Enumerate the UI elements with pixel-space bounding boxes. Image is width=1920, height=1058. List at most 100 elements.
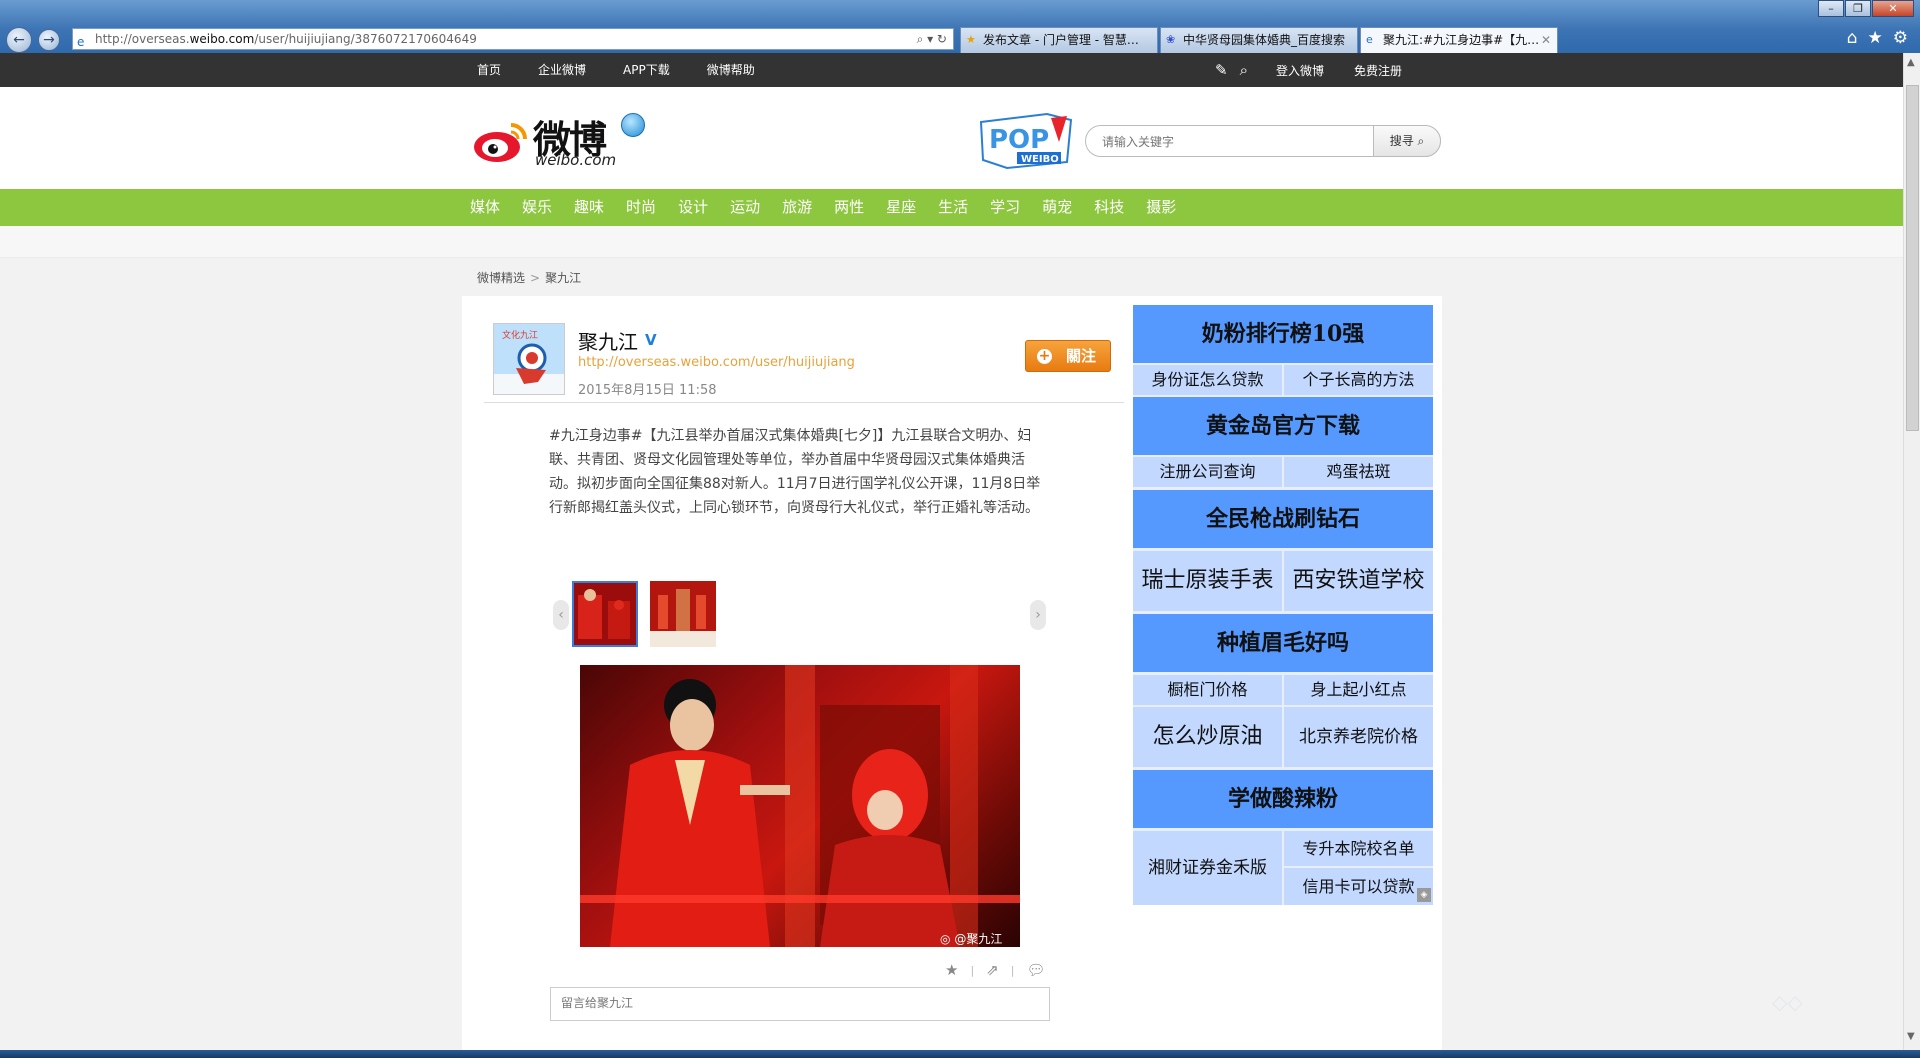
category-relationships[interactable]: 两性 — [834, 189, 864, 226]
follow-button[interactable]: + 關注 — [1025, 340, 1111, 372]
search-magnifier-icon: ⌕ — [1417, 134, 1425, 148]
category-travel[interactable]: 旅游 — [782, 189, 812, 226]
scroll-up-icon[interactable]: ▲ — [1907, 57, 1915, 68]
weibo-logo[interactable]: 微博 weibo.com — [473, 109, 653, 169]
minimize-button[interactable]: – — [1818, 0, 1844, 17]
ad-link[interactable]: 西安铁道学校 — [1284, 551, 1433, 611]
ad-link[interactable]: 种植眉毛好吗 — [1133, 614, 1433, 672]
tab-strip: ★ 发布文章 - 门户管理 - 智慧… ❀ 中华贤母园集体婚典_百度搜索 e 聚… — [960, 27, 1560, 53]
ad-link[interactable]: 奶粉排行榜10强 — [1133, 305, 1433, 363]
sub-bar — [0, 226, 1903, 258]
category-fun[interactable]: 趣味 — [574, 189, 604, 226]
scroll-down-icon[interactable]: ▼ — [1907, 1031, 1915, 1042]
back-button[interactable]: ← — [6, 27, 32, 53]
watermark-text: @聚九江 — [954, 932, 1003, 946]
carousel-thumb[interactable] — [572, 581, 638, 647]
category-photography[interactable]: 摄影 — [1146, 189, 1176, 226]
action-separator: | — [970, 963, 975, 977]
globe-icon — [621, 113, 645, 137]
user-link[interactable]: http://overseas.weibo.com/user/huijiujia… — [578, 355, 855, 370]
ad-link[interactable]: 身上起小红点 — [1284, 675, 1433, 705]
tab-weibo[interactable]: e 聚九江:#九江身边事#【九… ✕ — [1360, 27, 1558, 53]
ad-link[interactable]: 橱柜门价格 — [1133, 675, 1282, 705]
weibo-mini-icon: ◎ — [940, 932, 951, 946]
taskbar — [0, 1050, 1920, 1058]
ad-link[interactable]: 学做酸辣粉 — [1133, 770, 1433, 828]
page-scrollbar[interactable]: ▲ ▼ — [1903, 53, 1920, 1050]
ad-link[interactable]: 瑞士原装手表 — [1133, 551, 1282, 611]
ad-link[interactable]: 全民枪战刷钻石 — [1133, 490, 1433, 548]
forward-button[interactable]: → — [38, 29, 60, 51]
repost-icon[interactable]: ⇗ — [986, 961, 999, 979]
ad-link[interactable]: 黄金岛官方下载 — [1133, 397, 1433, 455]
search-input[interactable] — [1100, 132, 1360, 152]
breadcrumb-featured[interactable]: 微博精选 — [477, 271, 525, 285]
ad-link[interactable]: 北京养老院价格 — [1284, 707, 1433, 767]
ad-link[interactable]: 信用卡可以贷款 — [1284, 868, 1433, 905]
post-photo[interactable] — [580, 665, 1020, 947]
category-tech[interactable]: 科技 — [1094, 189, 1124, 226]
user-name[interactable]: 聚九江 — [578, 326, 638, 355]
nav-home[interactable]: 首页 — [477, 53, 501, 87]
scroll-thumb[interactable] — [1906, 85, 1919, 431]
ad-link[interactable]: 注册公司查询 — [1133, 457, 1282, 487]
edit-icon[interactable]: ✎ — [1215, 61, 1228, 79]
ad-link[interactable]: 个子长高的方法 — [1284, 365, 1433, 395]
register-link[interactable]: 免费注册 — [1354, 62, 1402, 79]
logo-subtext: weibo.com — [535, 151, 617, 169]
carousel-next-button[interactable]: › — [1030, 600, 1046, 630]
maximize-button[interactable]: ❐ — [1845, 0, 1871, 17]
carousel-prev-button[interactable]: ‹ — [553, 600, 569, 630]
search-icon[interactable]: ⌕ — [1240, 61, 1248, 79]
category-entertainment[interactable]: 娱乐 — [522, 189, 552, 226]
category-horoscope[interactable]: 星座 — [886, 189, 916, 226]
post-date: 2015年8月15日 11:58 — [578, 383, 717, 398]
comment-bubble-icon[interactable]: 💬︎ — [1026, 961, 1045, 979]
search-button[interactable]: 搜寻 ⌕ — [1373, 125, 1441, 157]
category-pets[interactable]: 萌宠 — [1042, 189, 1072, 226]
comment-input[interactable]: 留言给聚九江 — [550, 987, 1050, 1021]
follow-label: 關注 — [1065, 347, 1096, 365]
settings-gear-icon[interactable]: ⚙ — [1893, 28, 1908, 48]
tab-baidu[interactable]: ❀ 中华贤母园集体婚典_百度搜索 — [1160, 27, 1358, 53]
category-learning[interactable]: 学习 — [990, 189, 1020, 226]
breadcrumb: 微博精选 > 聚九江 — [477, 269, 581, 286]
avatar[interactable]: 文化九江 — [493, 323, 565, 395]
ad-link[interactable]: 鸡蛋祛斑 — [1284, 457, 1433, 487]
tab-label: 发布文章 - 门户管理 - 智慧… — [983, 33, 1139, 47]
nav-app[interactable]: APP下载 — [623, 53, 670, 87]
nav-help[interactable]: 微博帮助 — [707, 53, 755, 87]
ad-link[interactable]: 湘财证券金禾版 — [1133, 831, 1282, 905]
weibo-eye-icon — [474, 123, 527, 162]
login-link[interactable]: 登入微博 — [1276, 62, 1324, 79]
window-controls: – ❐ ✕ — [1817, 0, 1914, 18]
ad-link[interactable]: 怎么炒原油 — [1133, 707, 1282, 767]
nav-enterprise[interactable]: 企业微博 — [538, 53, 586, 87]
star-favicon-icon: ★ — [966, 33, 976, 46]
close-window-button[interactable]: ✕ — [1872, 0, 1914, 17]
carousel-thumb[interactable] — [650, 581, 716, 647]
close-tab-icon[interactable]: ✕ — [1541, 28, 1551, 52]
svg-text:POP: POP — [989, 125, 1049, 155]
action-separator: | — [1010, 963, 1015, 977]
home-icon[interactable]: ⌂ — [1847, 28, 1858, 48]
browser-chrome: – ❐ ✕ ← → e http://overseas.weibo.com/us… — [0, 0, 1920, 53]
ad-choices-icon[interactable]: ◈ — [1417, 888, 1431, 902]
category-design[interactable]: 设计 — [678, 189, 708, 226]
favorite-star-icon[interactable]: ★ — [945, 961, 958, 979]
address-bar[interactable]: e http://overseas.weibo.com/user/huijiuj… — [72, 28, 954, 50]
ad-link[interactable]: 专升本院校名单 — [1284, 831, 1433, 866]
category-fashion[interactable]: 时尚 — [626, 189, 656, 226]
wedding-thumb-icon — [574, 583, 636, 645]
tab-label: 聚九江:#九江身边事#【九… — [1383, 33, 1540, 47]
category-media[interactable]: 媒体 — [470, 189, 500, 226]
post-text: #九江身边事#【九江县举办首届汉式集体婚典[七夕]】九江县联合文明办、妇联、共青… — [549, 428, 1041, 516]
address-tools[interactable]: ⌕ ▾ ↻ — [917, 29, 947, 49]
tab-article[interactable]: ★ 发布文章 - 门户管理 - 智慧… — [960, 27, 1158, 53]
category-nav: 媒体 娱乐 趣味 时尚 设计 运动 旅游 两性 星座 生活 学习 萌宠 科技 摄… — [0, 189, 1903, 226]
ad-link[interactable]: 身份证怎么贷款 — [1133, 365, 1282, 395]
category-sports[interactable]: 运动 — [730, 189, 760, 226]
category-life[interactable]: 生活 — [938, 189, 968, 226]
breadcrumb-current: 聚九江 — [545, 271, 582, 285]
favorites-star-icon[interactable]: ★ — [1868, 28, 1883, 48]
